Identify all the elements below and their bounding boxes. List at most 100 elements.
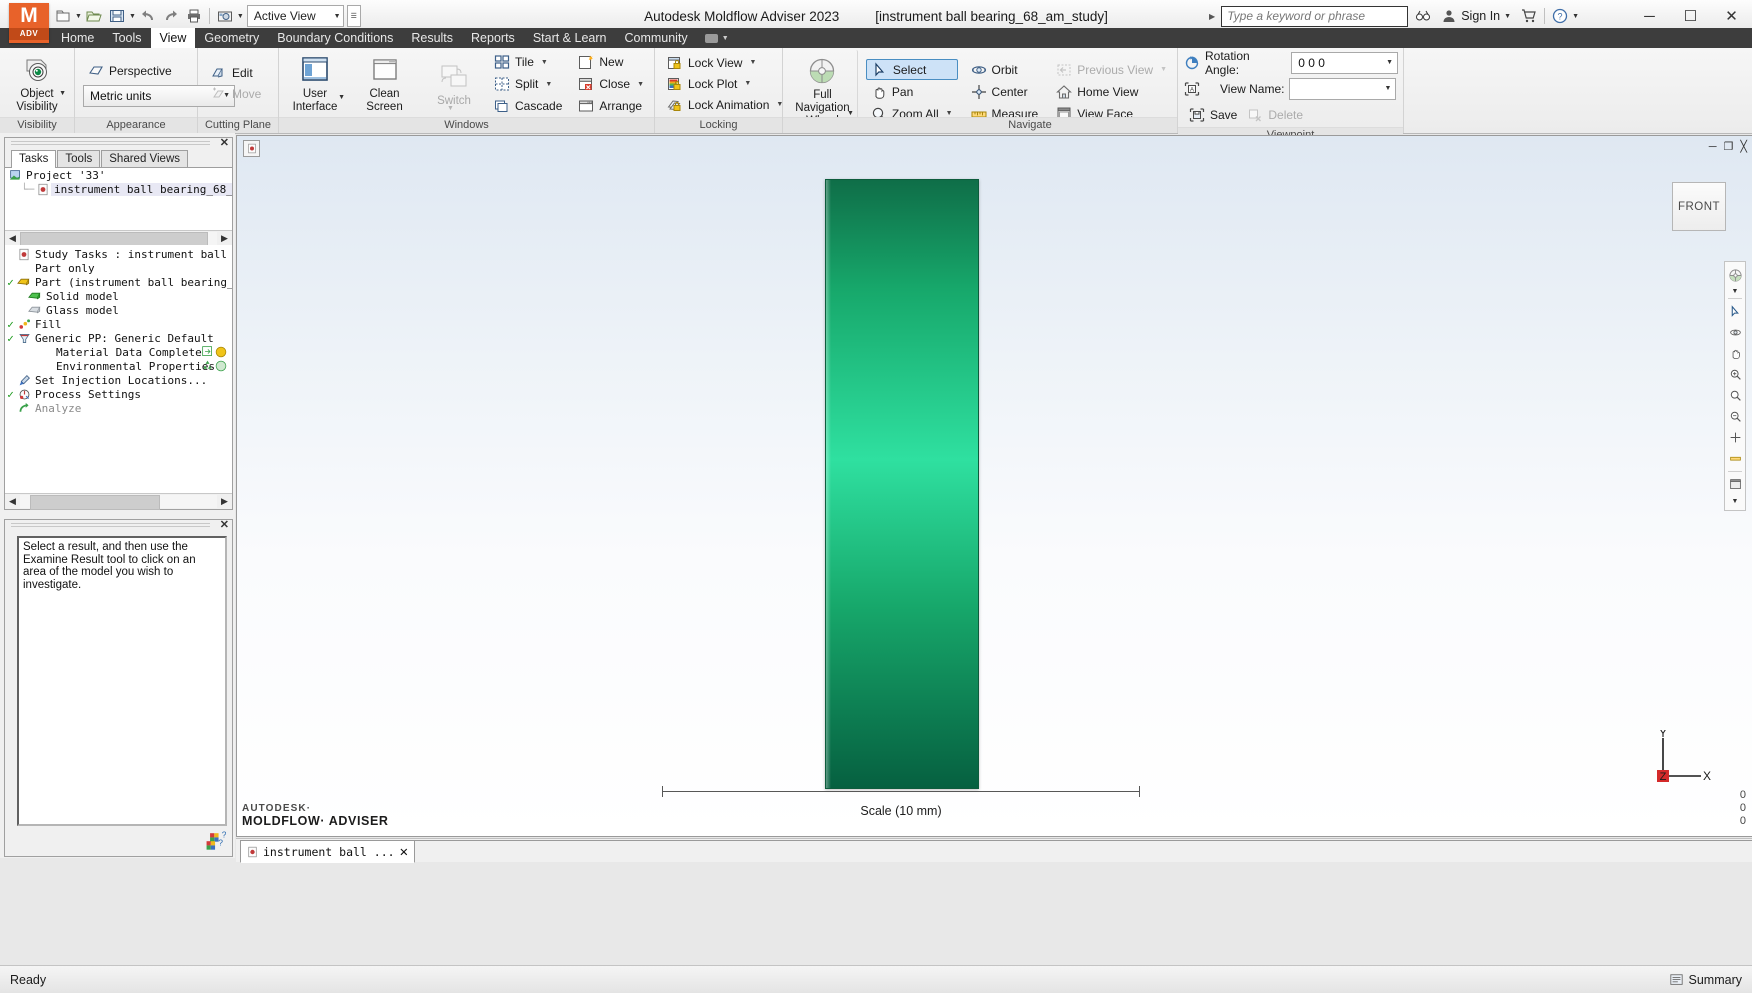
close-window-caret-icon[interactable]: ▼ (637, 81, 644, 88)
object-visibility-button[interactable]: Object Visibility ▼ (6, 53, 68, 115)
legend-palette-icon[interactable]: ? (205, 837, 225, 856)
viewport-minimize-button[interactable]: ─ (1709, 141, 1717, 153)
ribbon-display-options[interactable]: ▼ (697, 28, 737, 48)
tree-row-glass-model[interactable]: Glass model (5, 303, 232, 317)
notes-text-area[interactable]: Select a result, and then use the Examin… (17, 536, 227, 826)
tab-reports[interactable]: Reports (462, 28, 524, 48)
tree-row-material[interactable]: ✓ Generic PP: Generic Default (5, 331, 232, 345)
project-scroll-left-icon[interactable]: ◀ (5, 231, 20, 246)
document-tab-close-icon[interactable]: ✕ (400, 845, 408, 859)
pan-hand-icon[interactable] (1726, 343, 1744, 364)
viewport-close-button[interactable]: ╳ (1740, 140, 1747, 153)
tab-start-and-learn[interactable]: Start & Learn (524, 28, 616, 48)
zoom-out-icon[interactable] (1726, 406, 1744, 427)
measure-icon[interactable] (1726, 448, 1744, 469)
project-tree-hscrollbar[interactable]: ◀ ▶ (5, 230, 232, 247)
edit-cutting-plane-button[interactable]: Edit (206, 63, 258, 84)
close-window-button[interactable]: Close ▼ (573, 74, 649, 95)
zoom-in-icon[interactable] (1726, 385, 1744, 406)
center-button[interactable]: Center (966, 81, 1044, 102)
tree-item-project[interactable]: Project '33' (5, 168, 232, 182)
tree-row-part-only[interactable]: Part only (5, 261, 232, 275)
new-project-caret-icon[interactable]: ▼ (75, 13, 82, 20)
tree-row-fill[interactable]: ✓ Fill (5, 317, 232, 331)
arrange-button[interactable]: Arrange (573, 96, 649, 117)
store-cart-icon[interactable] (1518, 8, 1540, 24)
delete-viewpoint-button[interactable]: Delete (1242, 104, 1308, 125)
tab-home[interactable]: Home (52, 28, 103, 48)
view-face-icon[interactable] (1726, 474, 1744, 495)
status-summary-group[interactable]: Summary (1669, 973, 1742, 987)
navigation-wheel-caret-icon[interactable]: ▼ (847, 110, 854, 117)
save-icon[interactable] (106, 5, 128, 27)
save-viewpoint-button[interactable]: Save (1184, 104, 1242, 125)
project-scroll-track[interactable] (20, 232, 217, 247)
split-button[interactable]: Split ▼ (489, 74, 567, 95)
lock-plot-button[interactable]: Lock Plot ▼ (662, 73, 756, 94)
infocenter-expand-icon[interactable]: ▶ (1209, 12, 1215, 21)
panel-tab-tasks[interactable]: Tasks (11, 150, 57, 168)
study-tasks-tree[interactable]: Study Tasks : instrument ball bearing Pa… (5, 245, 232, 493)
lock-view-button[interactable]: Lock View ▼ (662, 52, 761, 73)
panel-tab-tools[interactable]: Tools (57, 150, 101, 167)
ribbon-display-caret-icon[interactable]: ▼ (722, 35, 729, 42)
active-view-caret-icon[interactable]: ▼ (334, 13, 341, 20)
tree-row-material-data[interactable]: Material Data Complete (5, 345, 232, 359)
app-logo[interactable]: M ADV (9, 3, 49, 43)
tab-community[interactable]: Community (615, 28, 696, 48)
object-visibility-caret-icon[interactable]: ▼ (59, 90, 66, 97)
lock-plot-caret-icon[interactable]: ▼ (744, 80, 751, 87)
split-caret-icon[interactable]: ▼ (545, 81, 552, 88)
lock-animation-button[interactable]: Lock Animation ▼ (662, 94, 788, 115)
select-cursor-icon[interactable] (1726, 301, 1744, 322)
tree-row-injection-locations[interactable]: Set Injection Locations... (5, 373, 232, 387)
tab-boundary-conditions[interactable]: Boundary Conditions (268, 28, 402, 48)
navigation-bar-options-icon[interactable]: ▼ (1726, 495, 1744, 507)
home-view-button[interactable]: Home View (1051, 81, 1172, 102)
pan-button[interactable]: Pan (866, 81, 958, 102)
study-scroll-right-icon[interactable]: ▶ (217, 494, 232, 509)
viewport-restore-button[interactable]: ❐ (1724, 140, 1734, 153)
user-interface-button[interactable]: User Interface ▼ (284, 51, 346, 117)
rotation-angle-caret-icon[interactable]: ▼ (1386, 59, 1393, 66)
sign-in-caret-icon[interactable]: ▼ (1504, 13, 1511, 20)
print-icon[interactable] (183, 5, 205, 27)
tree-row-part[interactable]: ✓ Part (instrument ball bearing_68_a (5, 275, 232, 289)
tab-tools[interactable]: Tools (103, 28, 150, 48)
environmental-badge-icon[interactable] (215, 360, 227, 375)
project-tree[interactable]: Project '33' └─ instrument ball bearing_… (5, 168, 232, 230)
orbit-button[interactable]: Orbit (966, 59, 1044, 80)
help-caret-icon[interactable]: ▼ (1572, 13, 1579, 20)
save-caret-icon[interactable]: ▼ (129, 13, 136, 20)
navigation-wheel-caret-icon[interactable]: ▼ (1726, 286, 1744, 296)
tree-row-process-settings[interactable]: ✓ Process Settings (5, 387, 232, 401)
tree-row-analyze[interactable]: Analyze (5, 401, 232, 415)
orbit-icon[interactable] (1726, 322, 1744, 343)
search-web-icon[interactable] (1412, 8, 1434, 24)
project-scroll-right-icon[interactable]: ▶ (217, 231, 232, 246)
search-input[interactable]: Type a keyword or phrase (1221, 5, 1409, 27)
project-panel-grip[interactable]: ✕ (5, 138, 232, 149)
study-scroll-track[interactable] (20, 495, 217, 510)
open-icon[interactable] (83, 5, 105, 27)
move-cutting-plane-button[interactable]: Move (206, 84, 266, 105)
lock-view-caret-icon[interactable]: ▼ (749, 59, 756, 66)
new-project-icon[interactable] (52, 5, 74, 27)
tab-results[interactable]: Results (402, 28, 462, 48)
clean-screen-button[interactable]: Clean Screen (346, 51, 423, 117)
model-part-geometry[interactable] (825, 179, 979, 789)
previous-view-button[interactable]: Previous View ▼ (1051, 59, 1172, 80)
capture-image-icon[interactable] (214, 5, 236, 27)
new-window-button[interactable]: New (573, 52, 649, 73)
project-panel-close-icon[interactable]: ✕ (220, 138, 229, 149)
tile-caret-icon[interactable]: ▼ (541, 59, 548, 66)
previous-view-caret-icon[interactable]: ▼ (1160, 66, 1167, 73)
tab-geometry[interactable]: Geometry (195, 28, 268, 48)
sign-in-button[interactable]: Sign In ▼ (1438, 8, 1514, 24)
active-view-combo[interactable]: Active View ▼ (246, 5, 344, 27)
redo-icon[interactable] (160, 5, 182, 27)
select-button[interactable]: Select (865, 59, 958, 80)
study-scroll-left-icon[interactable]: ◀ (5, 494, 20, 509)
model-viewport[interactable]: ─ ❐ ╳ FRONT ▼ ▼ Scale (10 mm) Z Y X 0 0 … (236, 135, 1752, 837)
tab-view[interactable]: View (150, 28, 196, 48)
